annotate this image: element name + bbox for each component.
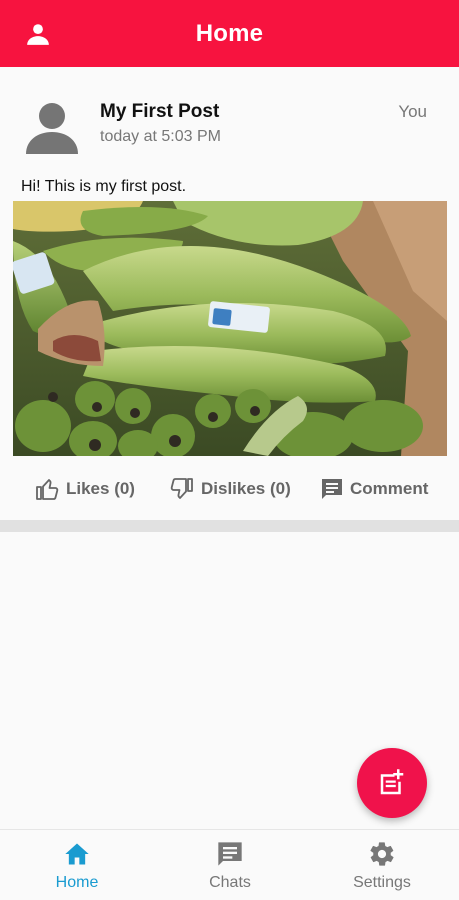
bananas-photo [13,201,447,456]
thumbs-up-icon [36,479,59,500]
nav-home[interactable]: Home [17,840,137,896]
thumbs-down-icon [170,478,193,499]
like-button[interactable]: Likes (0) [34,474,135,504]
home-icon [65,843,89,865]
comment-button[interactable]: Comment [320,474,428,504]
post-text: Hi! This is my first post. [21,178,187,195]
chat-icon [218,842,242,866]
profile-button[interactable] [22,18,54,50]
post-author: My First Post [100,101,220,122]
new-post-icon [380,769,404,795]
dislike-button[interactable]: Dislikes (0) [169,474,291,504]
nav-chats[interactable]: Chats [170,840,290,896]
app-bar: Home [0,0,459,67]
post-owner-label: You [398,102,427,121]
dislikes-label: Dislikes (0) [201,479,291,498]
post-timestamp: today at 5:03 PM [100,128,221,145]
person-icon [26,103,78,154]
person-icon [27,24,49,45]
nav-settings-label: Settings [353,874,411,891]
gear-icon [370,842,394,866]
page-title: Home [195,19,264,47]
post-actions: Likes (0) Dislikes (0) Comment [0,474,459,504]
avatar[interactable] [22,99,82,159]
likes-label: Likes (0) [66,479,135,498]
nav-settings[interactable]: Settings [322,840,442,896]
comment-label: Comment [350,479,429,498]
nav-chats-label: Chats [209,874,251,891]
comment-icon [322,479,342,499]
bottom-nav: Home Chats Settings [0,829,459,900]
nav-home-label: Home [55,874,99,891]
post-image[interactable] [13,201,447,456]
post-card: My First Post today at 5:03 PM You Hi! T… [0,81,459,521]
post-divider [0,520,459,532]
new-post-button[interactable] [357,748,427,818]
